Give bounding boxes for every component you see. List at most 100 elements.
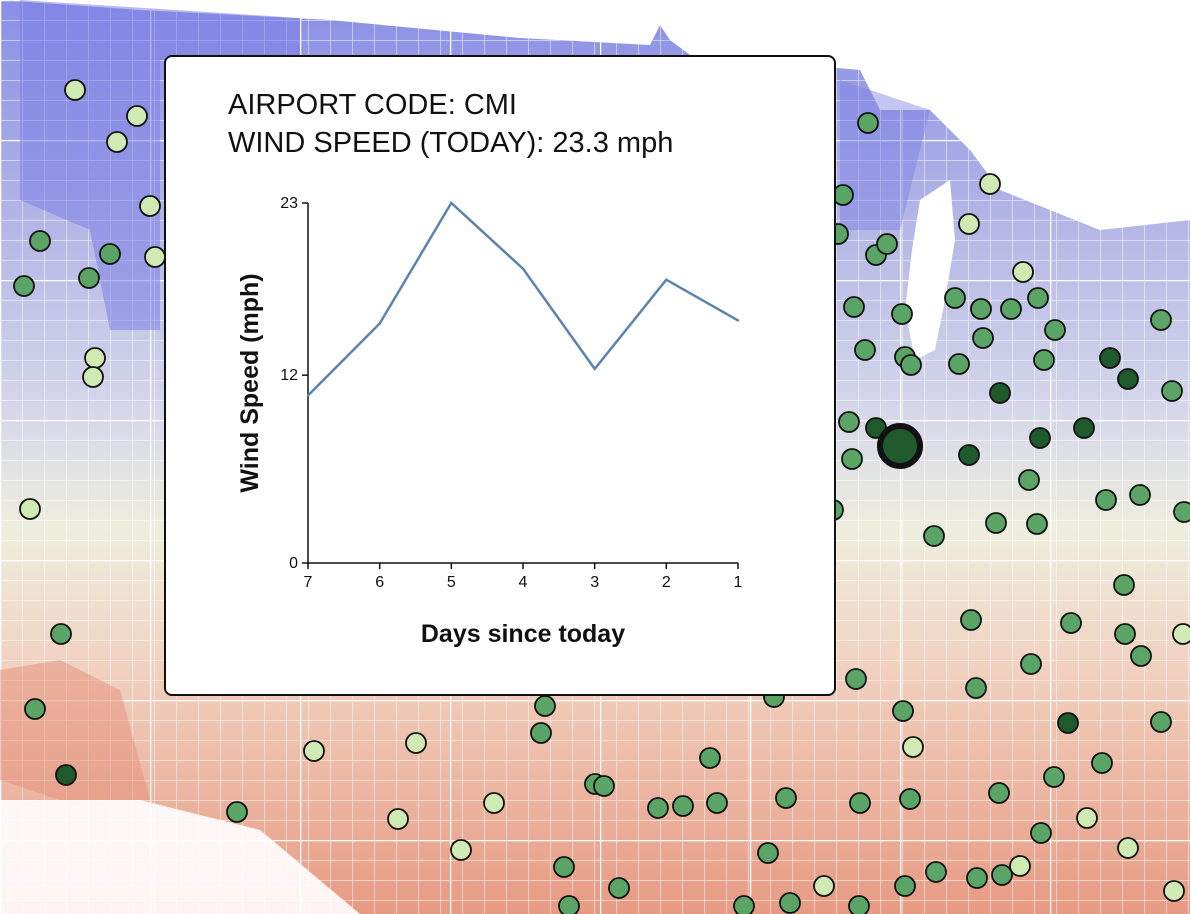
airport-marker[interactable] bbox=[899, 788, 921, 810]
airport-marker[interactable] bbox=[989, 382, 1011, 404]
airport-marker[interactable] bbox=[387, 808, 409, 830]
airport-marker[interactable] bbox=[958, 444, 980, 466]
airport-marker[interactable] bbox=[970, 298, 992, 320]
airport-marker[interactable] bbox=[1130, 645, 1152, 667]
selected-airport-marker[interactable] bbox=[877, 423, 923, 469]
airport-marker[interactable] bbox=[832, 184, 854, 206]
airport-marker[interactable] bbox=[965, 677, 987, 699]
airport-marker[interactable] bbox=[55, 764, 77, 786]
airport-marker[interactable] bbox=[948, 353, 970, 375]
airport-marker[interactable] bbox=[843, 296, 865, 318]
airport-marker[interactable] bbox=[849, 792, 871, 814]
airport-marker[interactable] bbox=[78, 267, 100, 289]
airport-marker[interactable] bbox=[876, 233, 898, 255]
airport-marker[interactable] bbox=[64, 79, 86, 101]
airport-marker[interactable] bbox=[29, 230, 51, 252]
airport-marker[interactable] bbox=[902, 736, 924, 758]
airport-marker[interactable] bbox=[126, 105, 148, 127]
airport-marker[interactable] bbox=[1033, 349, 1055, 371]
airport-marker[interactable] bbox=[838, 411, 860, 433]
airport-marker[interactable] bbox=[483, 792, 505, 814]
airport-marker[interactable] bbox=[972, 327, 994, 349]
airport-marker[interactable] bbox=[1060, 612, 1082, 634]
airport-marker[interactable] bbox=[857, 112, 879, 134]
airport-marker[interactable] bbox=[925, 861, 947, 883]
airport-marker[interactable] bbox=[226, 801, 248, 823]
airport-marker[interactable] bbox=[450, 839, 472, 861]
airport-marker[interactable] bbox=[891, 303, 913, 325]
airport-marker[interactable] bbox=[1113, 574, 1135, 596]
airport-marker[interactable] bbox=[672, 795, 694, 817]
airport-marker[interactable] bbox=[979, 173, 1001, 195]
airport-marker[interactable] bbox=[779, 892, 801, 914]
airport-marker[interactable] bbox=[82, 366, 104, 388]
airport-marker[interactable] bbox=[1150, 711, 1172, 733]
airport-marker[interactable] bbox=[892, 700, 914, 722]
airport-marker[interactable] bbox=[139, 195, 161, 217]
airport-marker[interactable] bbox=[1091, 752, 1113, 774]
airport-marker[interactable] bbox=[1073, 417, 1095, 439]
airport-marker[interactable] bbox=[1012, 261, 1034, 283]
airport-marker[interactable] bbox=[900, 354, 922, 376]
airport-marker[interactable] bbox=[534, 695, 556, 717]
airport-marker[interactable] bbox=[1000, 298, 1022, 320]
airport-marker[interactable] bbox=[13, 275, 35, 297]
airport-marker[interactable] bbox=[24, 698, 46, 720]
airport-marker[interactable] bbox=[1117, 368, 1139, 390]
airport-marker[interactable] bbox=[1129, 484, 1151, 506]
airport-marker[interactable] bbox=[991, 864, 1013, 886]
airport-marker[interactable] bbox=[1117, 837, 1139, 859]
airport-marker[interactable] bbox=[988, 782, 1010, 804]
airport-marker[interactable] bbox=[1043, 766, 1065, 788]
airport-marker[interactable] bbox=[1030, 822, 1052, 844]
airport-marker[interactable] bbox=[1009, 855, 1031, 877]
airport-marker[interactable] bbox=[144, 246, 166, 268]
airport-marker[interactable] bbox=[1173, 501, 1190, 523]
airport-marker[interactable] bbox=[813, 875, 835, 897]
airport-marker[interactable] bbox=[1027, 287, 1049, 309]
airport-marker[interactable] bbox=[1029, 427, 1051, 449]
airport-marker[interactable] bbox=[558, 895, 580, 914]
airport-marker[interactable] bbox=[84, 347, 106, 369]
airport-marker[interactable] bbox=[530, 722, 552, 744]
airport-marker[interactable] bbox=[50, 623, 72, 645]
airport-marker[interactable] bbox=[848, 895, 870, 914]
airport-marker[interactable] bbox=[1099, 347, 1121, 369]
airport-marker[interactable] bbox=[960, 609, 982, 631]
airport-marker[interactable] bbox=[1076, 807, 1098, 829]
airport-marker[interactable] bbox=[757, 842, 779, 864]
airport-marker[interactable] bbox=[608, 877, 630, 899]
airport-marker[interactable] bbox=[854, 339, 876, 361]
airport-marker[interactable] bbox=[19, 498, 41, 520]
airport-marker[interactable] bbox=[894, 875, 916, 897]
airport-marker[interactable] bbox=[706, 792, 728, 814]
airport-marker[interactable] bbox=[966, 867, 988, 889]
airport-marker[interactable] bbox=[1057, 712, 1079, 734]
airport-marker[interactable] bbox=[106, 131, 128, 153]
airport-marker[interactable] bbox=[1150, 309, 1172, 331]
airport-marker[interactable] bbox=[1044, 319, 1066, 341]
airport-marker[interactable] bbox=[775, 787, 797, 809]
airport-marker[interactable] bbox=[944, 287, 966, 309]
airport-marker[interactable] bbox=[405, 732, 427, 754]
airport-marker[interactable] bbox=[1163, 880, 1185, 902]
airport-marker[interactable] bbox=[647, 797, 669, 819]
airport-marker[interactable] bbox=[733, 895, 755, 914]
airport-marker[interactable] bbox=[303, 740, 325, 762]
airport-marker[interactable] bbox=[1026, 513, 1048, 535]
airport-marker[interactable] bbox=[1018, 469, 1040, 491]
airport-marker[interactable] bbox=[985, 512, 1007, 534]
airport-marker[interactable] bbox=[99, 243, 121, 265]
airport-marker[interactable] bbox=[845, 668, 867, 690]
airport-marker[interactable] bbox=[1172, 623, 1190, 645]
airport-marker[interactable] bbox=[593, 775, 615, 797]
airport-marker[interactable] bbox=[958, 213, 980, 235]
airport-marker[interactable] bbox=[1020, 653, 1042, 675]
airport-marker[interactable] bbox=[1161, 380, 1183, 402]
airport-marker[interactable] bbox=[553, 856, 575, 878]
airport-marker[interactable] bbox=[1095, 489, 1117, 511]
airport-marker[interactable] bbox=[1114, 623, 1136, 645]
airport-marker[interactable] bbox=[699, 747, 721, 769]
airport-marker[interactable] bbox=[841, 448, 863, 470]
airport-marker[interactable] bbox=[923, 525, 945, 547]
